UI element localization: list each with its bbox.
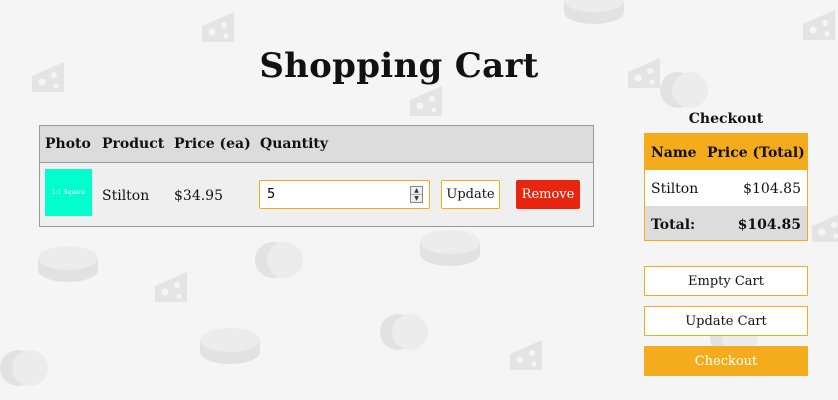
table-row: 1:1 Square Stilton $34.95 ▲ ▼ Update Rem…	[40, 163, 593, 227]
total-value: $104.85	[737, 217, 801, 233]
column-header-photo: Photo	[45, 136, 91, 152]
summary-header: Name Price (Total)	[645, 134, 807, 170]
spinner-control[interactable]: ▲ ▼	[410, 186, 423, 203]
remove-item-button[interactable]: Remove	[516, 180, 580, 209]
total-label: Total:	[651, 217, 696, 233]
page: Shopping Cart Photo Product Price (ea) Q…	[0, 0, 838, 400]
column-header-product: Product	[102, 136, 165, 152]
summary-total-row: Total: $104.85	[645, 206, 807, 240]
cart-table-header: Photo Product Price (ea) Quantity	[40, 126, 593, 163]
checkout-summary-table: Name Price (Total) Stilton $104.85 Total…	[644, 133, 808, 241]
quantity-input[interactable]	[260, 181, 407, 208]
empty-cart-button[interactable]: Empty Cart	[644, 266, 808, 296]
summary-header-name: Name	[651, 145, 697, 161]
update-cart-button[interactable]: Update Cart	[644, 306, 808, 336]
update-item-button[interactable]: Update	[441, 180, 500, 209]
photo-placeholder-text: 1:1 Square	[51, 189, 86, 196]
spinner-down-icon[interactable]: ▼	[411, 194, 422, 202]
summary-row: Stilton $104.85	[645, 170, 807, 206]
summary-item-name: Stilton	[651, 181, 699, 197]
spinner-up-icon[interactable]: ▲	[411, 187, 422, 194]
column-header-price: Price (ea)	[174, 136, 251, 152]
page-title: Shopping Cart	[259, 46, 539, 86]
product-name: Stilton	[102, 188, 150, 204]
summary-header-price-total: Price (Total)	[707, 145, 805, 161]
summary-item-total: $104.85	[743, 181, 801, 197]
checkout-heading: Checkout	[688, 111, 764, 127]
quantity-stepper[interactable]: ▲ ▼	[259, 180, 430, 209]
cart-table: Photo Product Price (ea) Quantity 1:1 Sq…	[39, 125, 594, 227]
column-header-quantity: Quantity	[260, 136, 329, 152]
product-photo: 1:1 Square	[45, 169, 92, 216]
product-price: $34.95	[174, 188, 223, 204]
checkout-button[interactable]: Checkout	[644, 346, 808, 376]
